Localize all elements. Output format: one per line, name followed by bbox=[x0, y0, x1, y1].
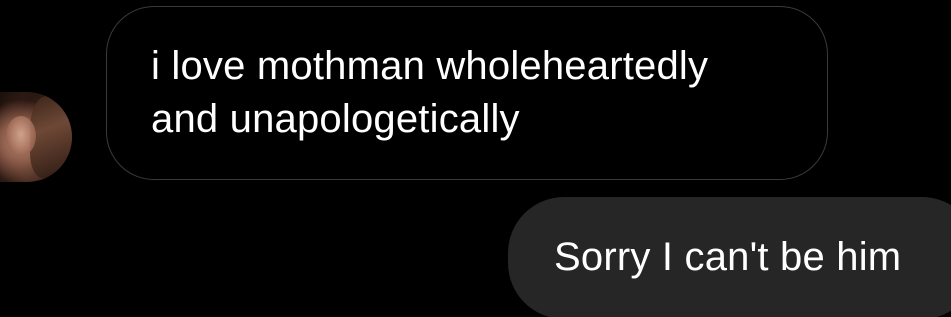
received-message-bubble[interactable]: i love mothman wholeheartedly and unapol… bbox=[106, 6, 828, 180]
avatar-hair bbox=[30, 96, 72, 178]
avatar-face bbox=[6, 116, 36, 156]
sender-avatar[interactable] bbox=[0, 92, 72, 182]
sent-message-text: Sorry I can't be him bbox=[554, 235, 902, 279]
received-message-text: i love mothman wholeheartedly and unapol… bbox=[151, 44, 709, 141]
sent-message-bubble[interactable]: Sorry I can't be him bbox=[508, 197, 951, 317]
message-thread: i love mothman wholeheartedly and unapol… bbox=[0, 0, 951, 317]
